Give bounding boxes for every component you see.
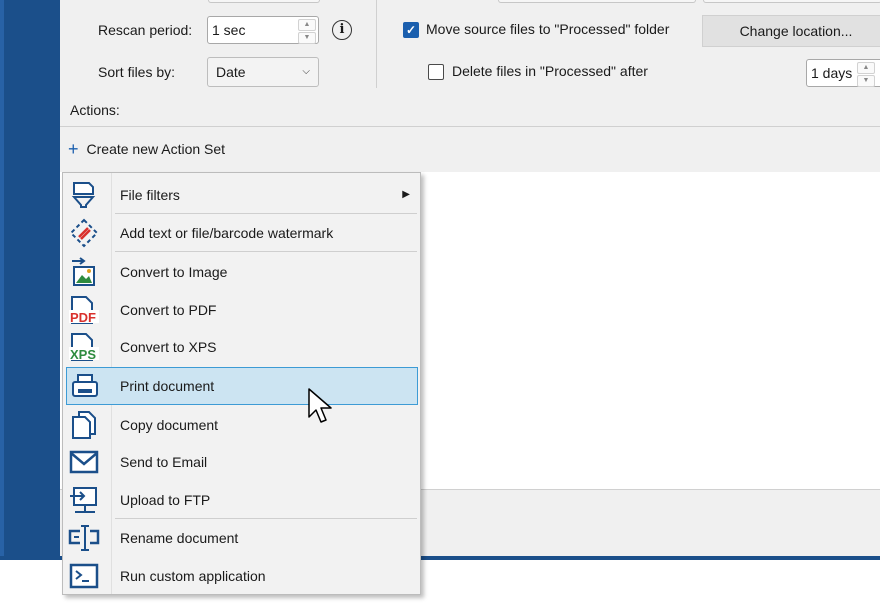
create-action-set-label: Create new Action Set (86, 141, 226, 157)
chevron-down-icon: ⌵ (302, 66, 310, 77)
delete-processed-checkbox[interactable] (428, 64, 444, 80)
spin-down-icon[interactable]: ▼ (857, 75, 875, 87)
plus-icon: + (68, 139, 79, 159)
delete-processed-label: Delete files in "Processed" after (452, 63, 648, 79)
watermark-icon (68, 218, 100, 248)
menu-item-watermark[interactable]: Add text or file/barcode watermark (63, 215, 420, 251)
xps-icon: XPS (68, 332, 100, 362)
menu-item-run-custom-application[interactable]: Run custom application (63, 558, 420, 594)
mouse-cursor-icon (308, 388, 332, 423)
days-input[interactable]: 1 days ▲ ▼ (806, 59, 880, 87)
pdf-icon: PDF (68, 295, 100, 325)
actions-label: Actions: (70, 102, 120, 118)
svg-text:XPS: XPS (70, 347, 96, 362)
spin-down-icon[interactable]: ▼ (298, 32, 316, 44)
printer-icon (69, 371, 101, 401)
menu-item-convert-xps[interactable]: XPS Convert to XPS (63, 329, 420, 365)
rescan-period-label: Rescan period: (98, 22, 193, 38)
days-spinner[interactable]: ▲ ▼ (857, 62, 875, 87)
menu-separator (115, 251, 417, 252)
copy-icon (68, 410, 100, 440)
menu-item-label: Add text or file/barcode watermark (120, 225, 334, 241)
menu-item-label: Send to Email (120, 454, 208, 470)
info-icon[interactable]: i (332, 20, 352, 40)
sort-files-value: Date (216, 64, 246, 80)
menu-item-send-email[interactable]: Send to Email (63, 444, 420, 480)
change-location-button[interactable]: Change location... (702, 15, 880, 47)
menu-item-file-filters[interactable]: File filters ▶ (63, 177, 420, 213)
menu-item-rename-document[interactable]: Rename document (63, 520, 420, 556)
menu-item-label: Rename document (120, 530, 239, 546)
actions-divider (60, 126, 880, 127)
mail-icon (68, 447, 100, 477)
menu-item-print-document[interactable]: Print document (66, 367, 418, 405)
rescan-spinner[interactable]: ▲ ▼ (298, 19, 316, 44)
sort-files-select[interactable]: Date ⌵ (207, 57, 319, 87)
menu-item-label: File filters (120, 187, 180, 203)
left-window-highlight (0, 0, 4, 560)
left-window-edge (0, 0, 60, 560)
move-processed-checkbox[interactable]: ✓ (403, 22, 419, 38)
spin-up-icon[interactable]: ▲ (857, 62, 875, 74)
menu-item-label: Upload to FTP (120, 492, 211, 508)
menu-item-copy-document[interactable]: Copy document (63, 407, 420, 443)
menu-item-label: Convert to PDF (120, 302, 217, 318)
menu-item-convert-pdf[interactable]: PDF Convert to PDF (63, 292, 420, 328)
days-value: 1 days (811, 65, 853, 81)
clipped-control (498, 0, 696, 3)
menu-item-convert-image[interactable]: Convert to Image (63, 254, 420, 290)
menu-item-label: Convert to Image (120, 264, 228, 280)
svg-text:PDF: PDF (70, 310, 96, 325)
funnel-icon (68, 180, 100, 210)
rename-icon (68, 523, 100, 553)
menu-item-label: Copy document (120, 417, 219, 433)
rescan-period-input[interactable]: 1 sec ▲ ▼ (207, 16, 319, 44)
clipped-control (703, 0, 880, 3)
sort-files-label: Sort files by: (98, 64, 176, 80)
menu-item-upload-ftp[interactable]: Upload to FTP (63, 482, 420, 518)
menu-item-label: Print document (120, 378, 215, 394)
spin-up-icon[interactable]: ▲ (298, 19, 316, 31)
column-divider (376, 0, 377, 88)
menu-item-label: Convert to XPS (120, 339, 217, 355)
submenu-arrow-icon: ▶ (402, 189, 410, 200)
create-action-set-button[interactable]: + Create new Action Set (68, 140, 225, 158)
add-action-menu: File filters ▶ Add text or file/barcode … (62, 172, 421, 595)
move-processed-label: Move source files to "Processed" folder (426, 21, 670, 37)
image-convert-icon (68, 257, 100, 287)
menu-item-label: Run custom application (120, 568, 266, 584)
rescan-period-value: 1 sec (212, 22, 246, 38)
clipped-control (208, 0, 320, 3)
ftp-upload-icon (68, 485, 100, 515)
terminal-icon (68, 561, 100, 591)
menu-separator (115, 213, 417, 214)
menu-separator (115, 518, 417, 519)
